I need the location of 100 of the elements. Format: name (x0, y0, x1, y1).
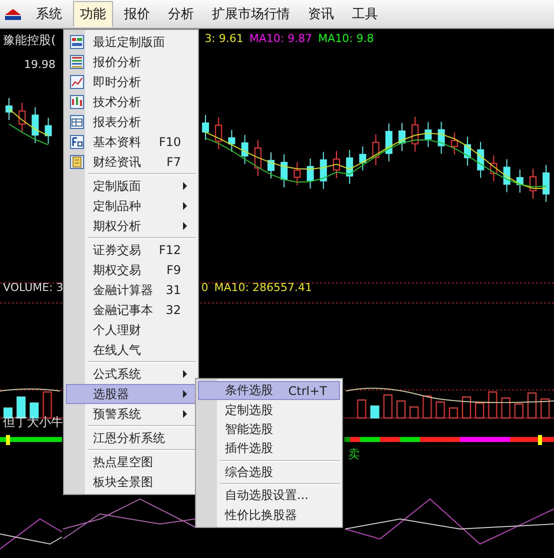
menu-item[interactable]: 综合选股 (198, 462, 340, 482)
table-icon (70, 115, 84, 129)
submenu-arrow-icon (183, 410, 187, 418)
volume-average-line (0, 388, 60, 392)
document-icon (70, 155, 84, 169)
stock-name: 豫能控股( (3, 32, 56, 48)
menu-item[interactable]: 证券交易 F12 (66, 240, 196, 260)
volume-bar (436, 402, 445, 418)
submenu-arrow-icon (183, 390, 187, 398)
volume-bar (475, 402, 484, 418)
grid-icon (70, 55, 84, 69)
volume-bar (514, 404, 524, 418)
candlestick (228, 129, 236, 152)
candlestick (6, 98, 12, 120)
menu-item[interactable]: 智能选股 (198, 420, 340, 440)
menu-item[interactable]: 在线人气 (66, 340, 196, 360)
volume-bar (540, 398, 550, 418)
candlestick (18, 102, 26, 133)
menu-item[interactable]: 选股器 (66, 384, 196, 404)
menu-item[interactable]: 分析 (161, 1, 201, 27)
volume-bar (357, 400, 366, 418)
volume-bar (396, 400, 406, 418)
candlestick (359, 146, 366, 171)
menu-item[interactable]: 定制品种 (66, 196, 196, 216)
menu-item[interactable]: 技术分析 (66, 92, 196, 112)
menu-item[interactable]: 预警系统 (66, 404, 196, 424)
candlestick (280, 154, 288, 188)
volume-bar (422, 396, 432, 418)
indicator-title: 但丁大小牛 (3, 415, 63, 429)
menu-item[interactable]: 报价 (117, 1, 157, 27)
candlestick (333, 150, 340, 179)
menu-item[interactable]: 插件选股 (198, 439, 340, 459)
menu-item[interactable]: 江恩分析系统 (66, 428, 196, 448)
candlestick (530, 168, 536, 200)
menu-item[interactable]: 定制选股 (198, 400, 340, 420)
menu-item[interactable]: 金融计算器 31 (66, 280, 196, 300)
signal-strip (0, 435, 62, 445)
candlestick (385, 122, 392, 162)
volume-bar (528, 392, 536, 418)
candlestick (516, 169, 524, 194)
sell-signal-label: 卖 (348, 447, 360, 461)
volume-bar (370, 406, 380, 418)
volume-title: VOLUME: 3 (3, 281, 64, 296)
menu-item[interactable]: 工具 (345, 1, 385, 27)
indicator-readout: 3: 9.61 (204, 32, 244, 47)
candlestick (490, 154, 498, 182)
menu-item[interactable]: 基本资料 F10 (66, 132, 196, 152)
volume-readout: MA10: 286557.41 (214, 281, 312, 296)
volume-bar (488, 392, 498, 418)
menu-item[interactable]: 最近定制版面 (66, 32, 196, 52)
candlestick (424, 122, 432, 148)
candlestick (215, 116, 222, 150)
moving-average-line (8, 124, 49, 146)
app-logo-icon (3, 7, 23, 21)
f10-icon (70, 135, 84, 149)
candlestick (294, 162, 301, 186)
menu-item[interactable]: 系统 (29, 1, 69, 27)
submenu-arrow-icon (183, 202, 187, 210)
submenu-arrow-icon (183, 222, 187, 230)
menu-item[interactable]: 报表分析 (66, 112, 196, 132)
menu-item[interactable]: 板块全景图 (66, 472, 196, 492)
volume-bar (16, 396, 26, 418)
moving-average-line (8, 108, 49, 136)
menu-item[interactable]: 条件选股 Ctrl+T (198, 381, 340, 400)
candlestick (241, 134, 248, 164)
menu-item[interactable]: 公式系统 (66, 364, 196, 384)
candlestick (268, 152, 274, 179)
candlestick (398, 122, 406, 152)
candlestick (32, 106, 39, 144)
candlestick (346, 149, 354, 184)
menu-item[interactable]: 期权交易 F9 (66, 260, 196, 280)
menu-item[interactable]: 性价比换股器 (198, 505, 340, 525)
indicator-readout: MA10: 9.87 (249, 32, 312, 47)
candlestick (464, 136, 471, 166)
candlestick (477, 141, 484, 178)
menu-item[interactable]: 扩展市场行情 (205, 1, 297, 27)
menu-item[interactable]: 自动选股设置... (198, 486, 340, 506)
menu-item[interactable]: 热点星空图 (66, 452, 196, 472)
candlestick (542, 164, 550, 202)
volume-bar (448, 408, 458, 418)
candlestick (438, 121, 445, 154)
candlestick (412, 116, 419, 152)
layout-icon (70, 35, 84, 49)
menu-item[interactable]: 期权分析 (66, 216, 196, 236)
indicator-readout: MA10: 9.8 (318, 32, 374, 47)
volume-bar (501, 398, 510, 418)
menu-item[interactable]: 财经资讯 F7 (66, 152, 196, 172)
menu-item[interactable]: 定制版面 (66, 176, 196, 196)
menu-item[interactable]: 报价分析 (66, 52, 196, 72)
line-chart-icon (70, 75, 84, 89)
menu-item[interactable]: 即时分析 (66, 72, 196, 92)
candlestick (306, 158, 314, 190)
menu-item[interactable]: 个人理财 (66, 320, 196, 340)
menu-item[interactable]: 资讯 (301, 1, 341, 27)
candlestick (450, 132, 458, 156)
candlestick (254, 139, 262, 176)
menu-item[interactable]: 金融记事本 32 (66, 300, 196, 320)
menu-item[interactable]: 功能 (73, 1, 113, 27)
candlestick (320, 151, 327, 190)
submenu-arrow-icon (183, 182, 187, 190)
